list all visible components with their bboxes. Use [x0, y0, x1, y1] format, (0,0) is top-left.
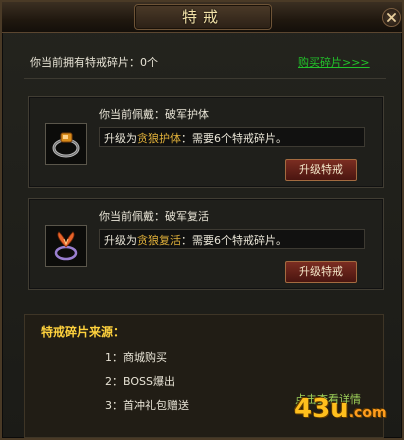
upgrade-ring-button[interactable]: 升级特戒 [285, 159, 357, 181]
close-icon [387, 13, 396, 22]
upgrade-suffix: ：需要6个特戒碎片。 [181, 132, 287, 145]
upgrade-prefix: 升级为 [104, 234, 137, 247]
source-item-shop: 1：商城购买 [105, 351, 167, 364]
upgrade-info-text: 升级为贪狼复活：需要6个特戒碎片。 [104, 232, 287, 248]
source-item-first-charge: 3：首冲礼包赠送 [105, 399, 189, 412]
window-title: 特戒 [181, 8, 224, 26]
source-item-boss: 2：BOSS爆出 [105, 375, 175, 388]
ring-icon-slot [45, 123, 87, 165]
upgrade-target: 贪狼复活 [137, 234, 181, 247]
upgrade-ring-button[interactable]: 升级特戒 [285, 261, 357, 283]
upgrade-prefix: 升级为 [104, 132, 137, 145]
ring-amber-icon [52, 132, 80, 158]
brand-suffix: .com [348, 405, 387, 421]
brand-name: 43u [294, 394, 349, 424]
divider [24, 78, 386, 79]
special-ring-window: 特戒 你当前拥有特戒碎片：0个 购买碎片>>> 你当前佩戴：破军护体 升级为贪狼… [0, 0, 404, 440]
fragment-count-row: 你当前拥有特戒碎片：0个 购买碎片>>> [24, 50, 386, 74]
brand-logo: 43u.com [294, 394, 387, 428]
fragment-count-text: 你当前拥有特戒碎片：0个 [30, 56, 158, 69]
ring-phoenix-icon [54, 231, 78, 261]
upgrade-info-text: 升级为贪狼护体：需要6个特戒碎片。 [104, 130, 287, 146]
ring-icon-slot [45, 225, 87, 267]
sources-title: 特戒碎片来源： [41, 325, 126, 339]
upgrade-info-box: 升级为贪狼复活：需要6个特戒碎片。 [99, 229, 365, 249]
ring-panel-guard: 你当前佩戴：破军护体 升级为贪狼护体：需要6个特戒碎片。 升级特戒 [28, 96, 384, 188]
close-button[interactable] [382, 8, 401, 27]
title-plate: 特戒 [134, 4, 272, 30]
buy-fragments-link[interactable]: 购买碎片>>> [298, 54, 370, 70]
upgrade-target: 贪狼护体 [137, 132, 181, 145]
current-wearing-text: 你当前佩戴：破军复活 [99, 210, 209, 223]
upgrade-suffix: ：需要6个特戒碎片。 [181, 234, 287, 247]
upgrade-info-box: 升级为贪狼护体：需要6个特戒碎片。 [99, 127, 365, 147]
current-wearing-text: 你当前佩戴：破军护体 [99, 108, 209, 121]
title-bar: 特戒 [2, 2, 402, 33]
ring-panel-revive: 你当前佩戴：破军复活 升级为贪狼复活：需要6个特戒碎片。 升级特戒 [28, 198, 384, 290]
